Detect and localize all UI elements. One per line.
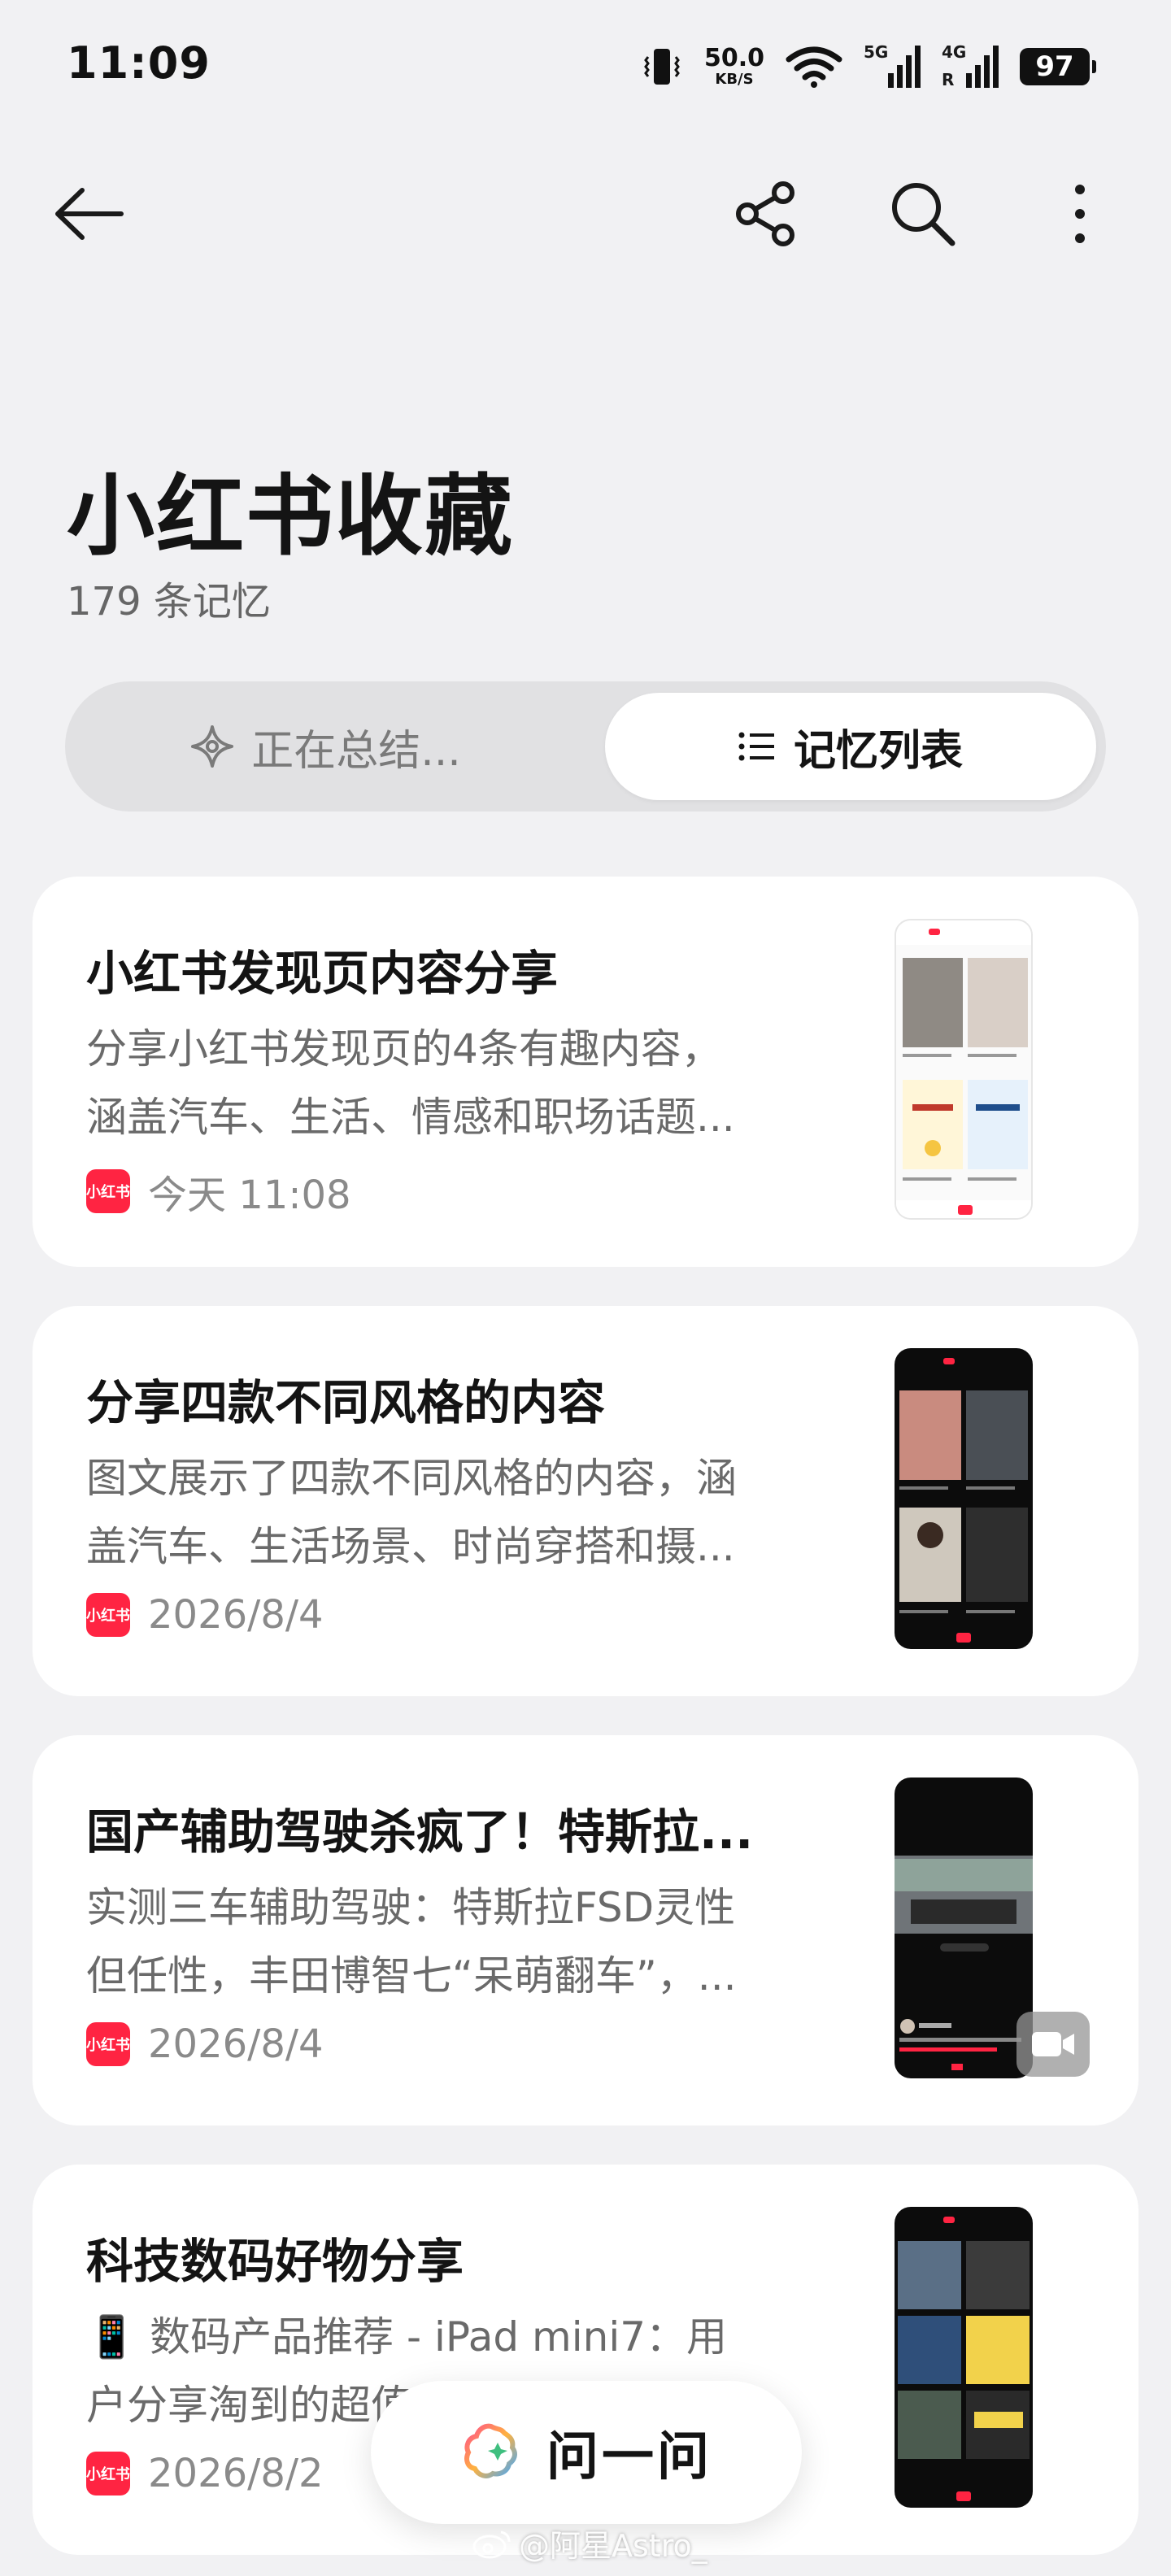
- card-title: 科技数码好物分享: [86, 2234, 464, 2289]
- tab-memory-list-label: 记忆列表: [793, 726, 963, 776]
- signal-5g-icon: 5G: [864, 42, 921, 89]
- sparkle-icon: [191, 725, 234, 768]
- card-thumbnail: [895, 919, 1033, 1220]
- video-icon: [1032, 2032, 1074, 2056]
- ask-button[interactable]: 问一问: [371, 2381, 802, 2524]
- more-vertical-icon: [1075, 185, 1085, 243]
- card-date: 今天 11:08: [148, 1173, 351, 1218]
- xiaohongshu-app-icon: 小红书: [86, 1169, 130, 1213]
- tab-memory-list[interactable]: 记忆列表: [605, 693, 1096, 800]
- tab-summarizing-label: 正在总结...: [251, 726, 461, 776]
- ai-assistant-icon: [464, 2423, 517, 2478]
- card-title: 小红书发现页内容分享: [86, 946, 559, 1001]
- battery-indicator: 97: [1020, 48, 1096, 85]
- card-meta: 小红书 2026/8/4: [86, 1592, 324, 1638]
- video-indicator: [1016, 2012, 1090, 2077]
- back-button[interactable]: [49, 173, 130, 255]
- memory-card[interactable]: 小红书发现页内容分享 分享小红书发现页的4条有趣内容， 涵盖汽车、生活、情感和职…: [33, 877, 1138, 1267]
- card-thumbnail: [895, 1348, 1033, 1649]
- memory-count: 179 条记忆: [67, 579, 271, 624]
- card-date: 2026/8/4: [148, 2021, 324, 2067]
- signal-4g-icon: 4G R: [942, 42, 999, 89]
- status-time: 11:09: [67, 37, 211, 89]
- card-meta: 小红书 2026/8/2: [86, 2451, 324, 2496]
- more-button[interactable]: [1039, 173, 1121, 255]
- memory-card[interactable]: 国产辅助驾驶杀疯了！特斯拉... 实测三车辅助驾驶：特斯拉FSD灵性 但任性，丰…: [33, 1735, 1138, 2126]
- card-meta: 小红书 今天 11:08: [86, 1163, 351, 1220]
- memory-card[interactable]: 分享四款不同风格的内容 图文展示了四款不同风格的内容，涵 盖汽车、生活场景、时尚…: [33, 1306, 1138, 1696]
- weibo-icon: [472, 2530, 511, 2558]
- card-title: 国产辅助驾驶杀疯了！特斯拉...: [86, 1804, 754, 1860]
- share-button[interactable]: [726, 173, 808, 255]
- xiaohongshu-app-icon: 小红书: [86, 2452, 130, 2496]
- network-speed: 50.0 KB/S: [703, 44, 764, 88]
- xiaohongshu-app-icon: 小红书: [86, 1593, 130, 1637]
- view-switcher: 正在总结... 记忆列表: [65, 681, 1106, 812]
- xiaohongshu-app-icon: 小红书: [86, 2022, 130, 2066]
- back-arrow-icon: [55, 188, 124, 240]
- status-bar: 11:09 50.0 KB/S 5G 4G R 97: [0, 0, 1171, 130]
- tab-summarizing[interactable]: 正在总结...: [65, 681, 586, 812]
- status-icons: 50.0 KB/S 5G 4G R 97: [641, 41, 1096, 93]
- search-icon: [892, 183, 956, 246]
- card-meta: 小红书 2026/8/4: [86, 2021, 324, 2067]
- wifi-icon: [786, 46, 842, 88]
- list-icon: [738, 732, 774, 761]
- card-description: 实测三车辅助驾驶：特斯拉FSD灵性 但任性，丰田博智七“呆萌翻车”，...: [86, 1884, 737, 1999]
- card-description: 分享小红书发现页的4条有趣内容， 涵盖汽车、生活、情感和职场话题...: [86, 1025, 735, 1141]
- search-button[interactable]: [882, 173, 964, 255]
- ask-button-label: 问一问: [546, 2427, 712, 2487]
- card-date: 2026/8/4: [148, 1592, 324, 1638]
- card-description: 图文展示了四款不同风格的内容，涵 盖汽车、生活场景、时尚穿搭和摄...: [86, 1455, 737, 1570]
- card-thumbnail: [895, 1778, 1033, 2078]
- watermark: @阿星Astro_: [472, 2521, 707, 2565]
- card-title: 分享四款不同风格的内容: [86, 1375, 606, 1430]
- share-icon: [736, 181, 794, 246]
- page-title: 小红书收藏: [67, 466, 515, 568]
- vibrate-icon: [644, 49, 680, 85]
- card-date: 2026/8/2: [148, 2451, 324, 2496]
- card-thumbnail: [895, 2207, 1033, 2508]
